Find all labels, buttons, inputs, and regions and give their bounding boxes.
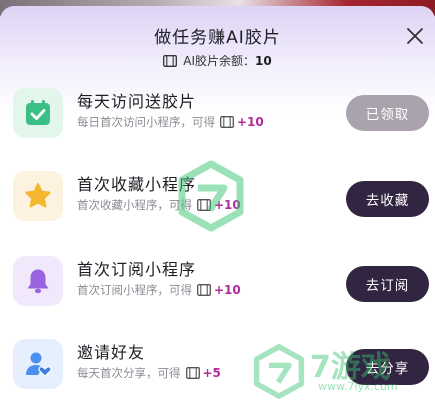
task-title: 每天访问送胶片	[77, 92, 197, 111]
film-icon	[197, 199, 211, 211]
task-item-daily-visit: 每天访问送胶片 每日首次访问小程序，可得 +10 已领取	[0, 88, 435, 168]
calendar-check-icon	[13, 88, 63, 138]
task-description: 每日首次访问小程序，可得	[77, 115, 215, 129]
dialog-title: 做任务赚AI胶片	[154, 28, 281, 48]
film-balance: AI胶片余额： 10	[0, 52, 435, 69]
task-dialog: 做任务赚AI胶片 AI胶片余额： 10 每天访问送胶片 每日首次访问小程序，可得	[0, 6, 435, 408]
subscribe-button[interactable]: 去订阅	[346, 266, 429, 302]
film-icon	[163, 54, 178, 67]
task-subtitle: 每日首次访问小程序，可得 +10	[77, 114, 264, 130]
claimed-button[interactable]: 已领取	[346, 95, 429, 131]
share-button[interactable]: 去分享	[346, 349, 429, 385]
user-heart-icon	[13, 339, 63, 389]
task-title: 首次收藏小程序	[77, 175, 197, 194]
task-item-subscribe: 首次订阅小程序 首次订阅小程序，可得 +10 去订阅	[0, 256, 435, 336]
close-icon[interactable]	[404, 25, 426, 47]
film-icon	[220, 116, 234, 128]
task-reward: +10	[214, 198, 241, 212]
task-item-invite: 邀请好友 每天首次分享，可得 +5 去分享	[0, 339, 435, 408]
task-description: 首次收藏小程序，可得	[77, 198, 192, 212]
balance-value: 10	[255, 53, 272, 68]
task-title: 邀请好友	[77, 343, 146, 362]
task-reward: +10	[237, 115, 264, 129]
task-reward: +5	[202, 366, 221, 380]
task-subtitle: 每天首次分享，可得 +5	[77, 365, 221, 381]
bell-icon	[13, 256, 63, 306]
task-item-favorite: 首次收藏小程序 首次收藏小程序，可得 +10 去收藏	[0, 171, 435, 251]
task-reward: +10	[214, 283, 241, 297]
favorite-button[interactable]: 去收藏	[346, 181, 429, 217]
task-description: 首次订阅小程序，可得	[77, 283, 192, 297]
task-description: 每天首次分享，可得	[77, 366, 181, 380]
star-icon	[13, 171, 63, 221]
film-icon	[197, 284, 211, 296]
balance-label: AI胶片余额：	[183, 54, 256, 68]
task-title: 首次订阅小程序	[77, 260, 197, 279]
task-subtitle: 首次订阅小程序，可得 +10	[77, 282, 241, 298]
film-icon	[185, 367, 200, 379]
task-subtitle: 首次收藏小程序，可得 +10	[77, 197, 241, 213]
